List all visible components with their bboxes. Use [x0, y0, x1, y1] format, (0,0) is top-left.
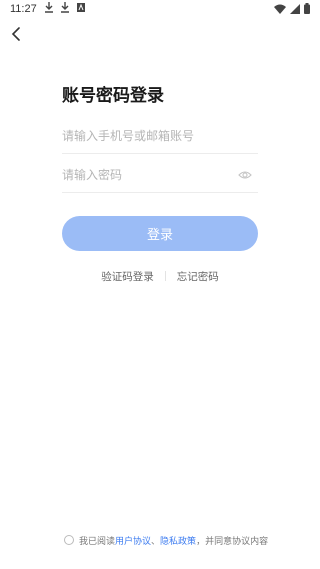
account-input[interactable] [62, 118, 258, 153]
agreement: 我已阅读 用户协议 、 隐私政策 ，并同意协议内容 [64, 532, 268, 548]
page-title: 账号密码登录 [62, 86, 164, 106]
status-icons-left [44, 2, 86, 13]
download-icon [45, 2, 53, 13]
chevron-left-icon [11, 27, 20, 41]
agreement-suffix: ，并同意协议内容 [196, 536, 269, 547]
password-input[interactable] [62, 157, 258, 192]
wifi-icon [274, 4, 286, 14]
download-icon [61, 2, 69, 13]
user-agreement-link[interactable]: 用户协议 [115, 534, 151, 547]
status-bar: 11:27 [0, 0, 320, 18]
agreement-checkbox[interactable] [64, 535, 74, 545]
status-time: 11:27 [10, 3, 37, 15]
agreement-prefix: 我已阅读 [79, 536, 116, 547]
verification-login-link[interactable]: 验证码登录 [101, 269, 154, 284]
status-icons-right [274, 3, 310, 14]
privacy-policy-link[interactable]: 隐私政策 [160, 534, 196, 547]
login-button[interactable]: 登录 [62, 216, 258, 251]
agreement-separator: 、 [151, 536, 161, 547]
alt-links: 验证码登录 忘记密码 [62, 267, 258, 285]
eye-icon[interactable] [238, 169, 252, 181]
battery-icon [304, 3, 310, 14]
password-field [62, 157, 258, 193]
app-notification-icon [77, 3, 85, 12]
forgot-password-link[interactable]: 忘记密码 [177, 269, 219, 284]
back-button[interactable] [4, 22, 28, 46]
link-divider [164, 271, 166, 281]
signal-icon [290, 3, 300, 14]
account-field [62, 118, 258, 154]
